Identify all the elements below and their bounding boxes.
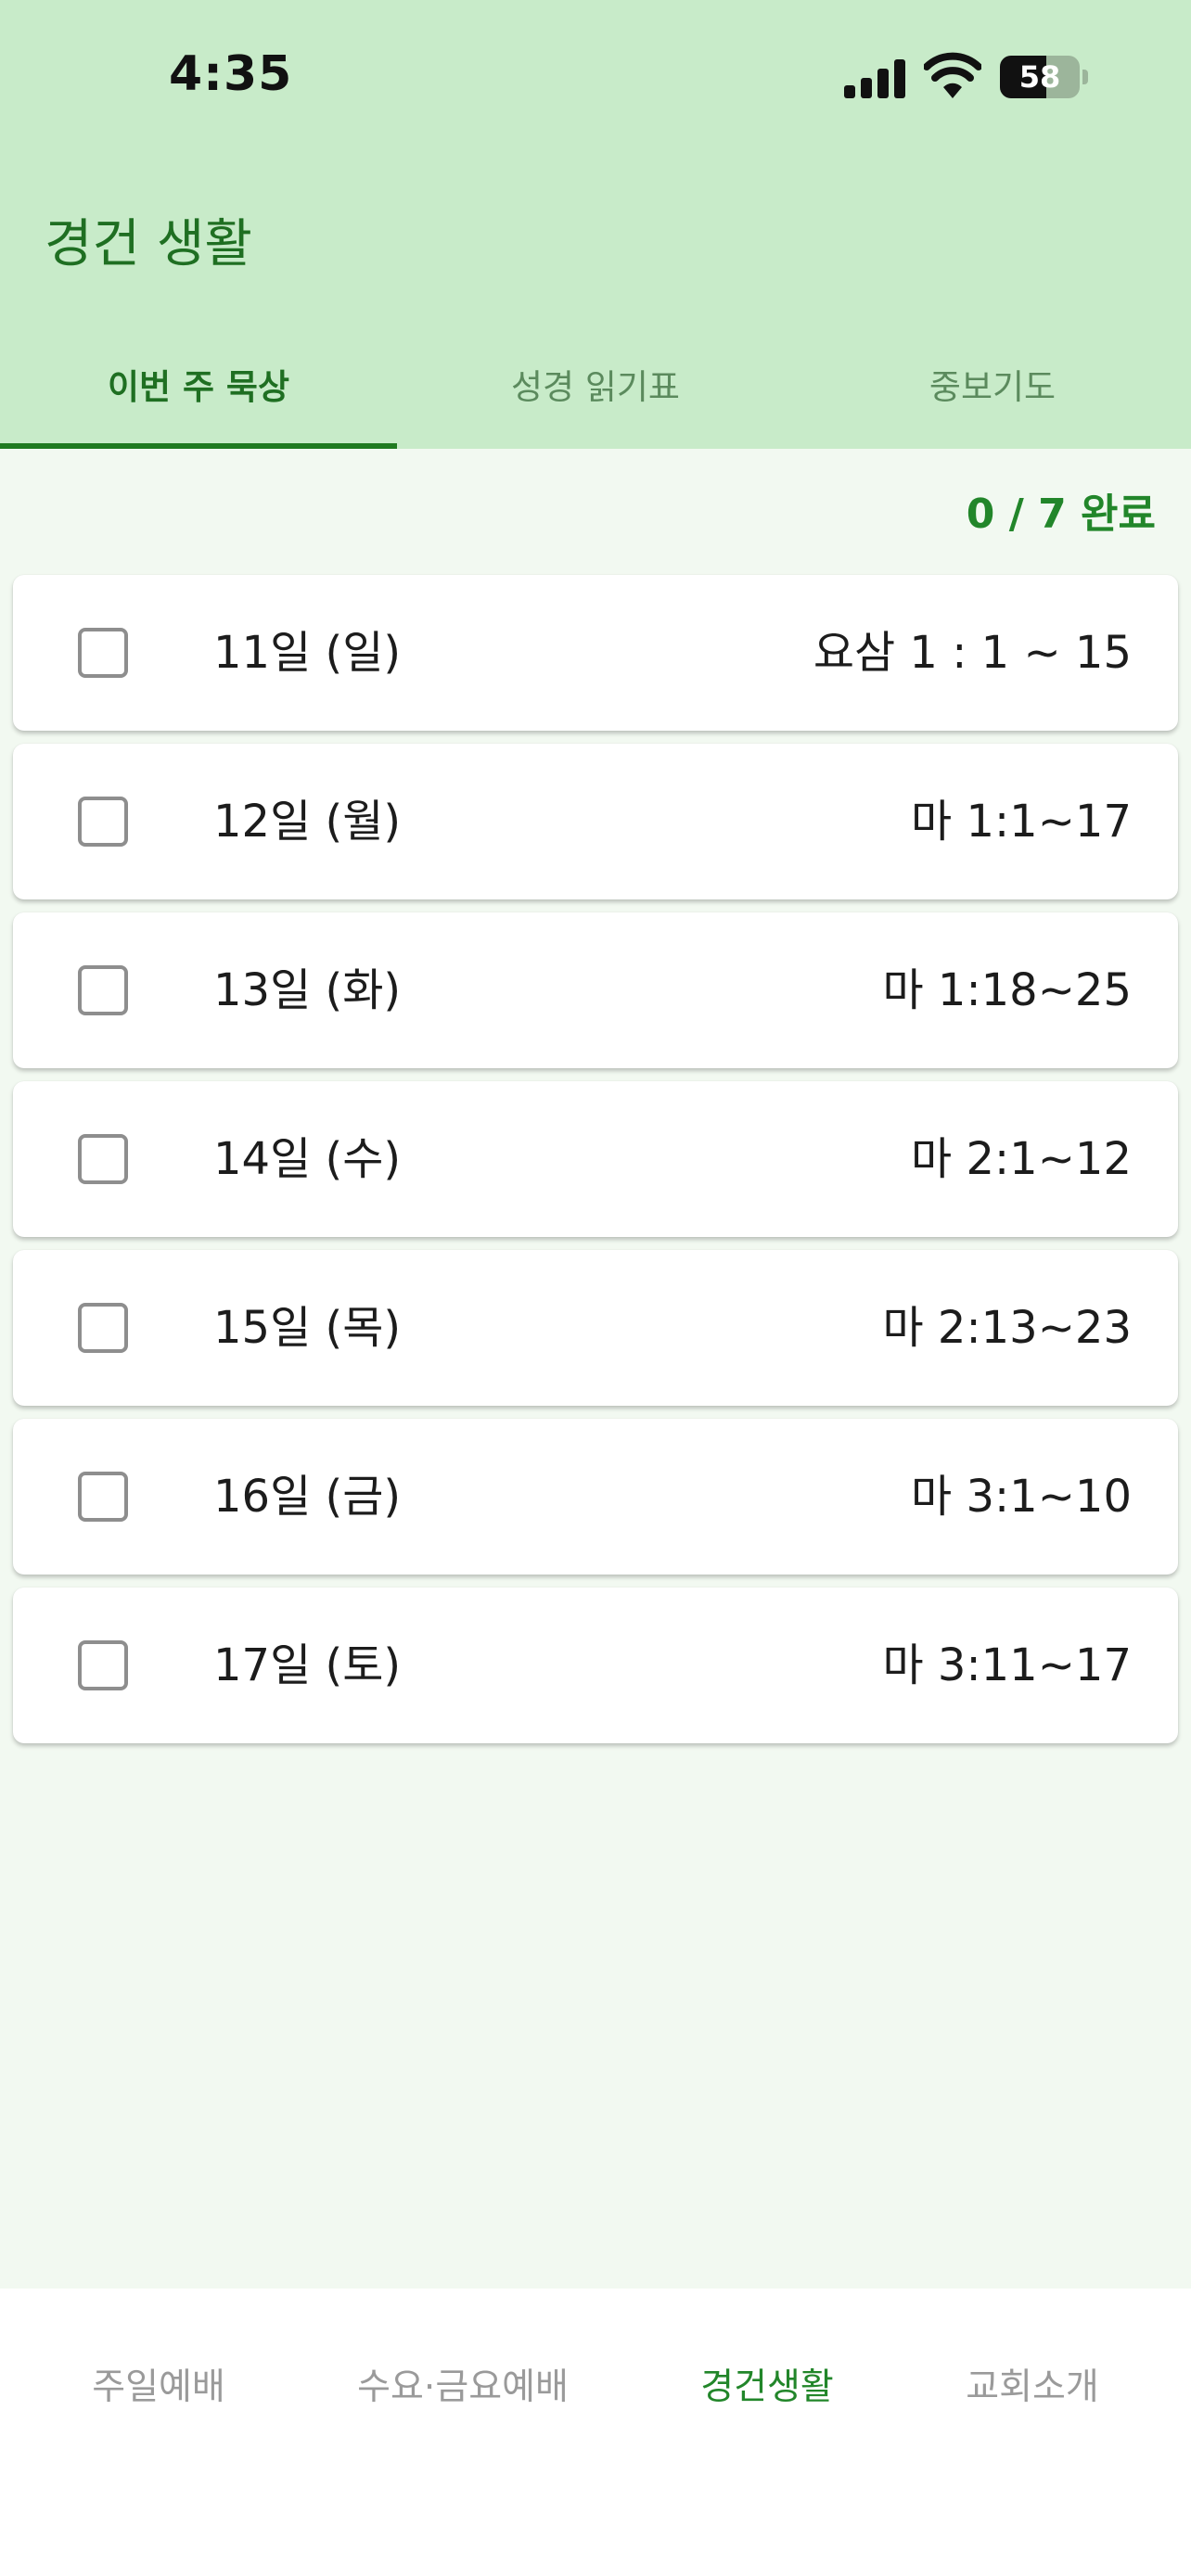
reading-checkbox[interactable] bbox=[78, 1472, 128, 1522]
page-title: 경건 생활 bbox=[45, 214, 252, 274]
bottom-navigation: 주일예배 수요·금요예배 경건생활 교회소개 bbox=[0, 2289, 1191, 2576]
app-screen: 4:35 58 경건 생활 이번 주 묵상 성경 읽기표 중보기도 0 / 7 … bbox=[0, 0, 1191, 2576]
reading-day: 11일 (일) bbox=[213, 627, 402, 679]
reading-passage: 마 1:18~25 bbox=[882, 964, 1132, 1016]
reading-passage: 마 3:1~10 bbox=[911, 1471, 1132, 1523]
nav-item-wed-fri-worship[interactable]: 수요·금요예배 bbox=[357, 2358, 569, 2410]
reading-row[interactable]: 11일 (일) 요삼 1 : 1 ~ 15 bbox=[13, 575, 1178, 731]
status-time: 4:35 bbox=[169, 46, 293, 102]
nav-item-devotional-life[interactable]: 경건생활 bbox=[700, 2358, 834, 2410]
reading-list: 11일 (일) 요삼 1 : 1 ~ 15 12일 (월) 마 1:1~17 1… bbox=[13, 575, 1178, 1756]
reading-day: 13일 (화) bbox=[213, 964, 402, 1016]
status-bar: 4:35 58 bbox=[0, 0, 1191, 158]
reading-passage: 마 2:13~23 bbox=[882, 1302, 1132, 1354]
reading-checkbox[interactable] bbox=[78, 628, 128, 678]
reading-row[interactable]: 16일 (금) 마 3:1~10 bbox=[13, 1419, 1178, 1575]
reading-row[interactable]: 14일 (수) 마 2:1~12 bbox=[13, 1081, 1178, 1237]
reading-row[interactable]: 15일 (목) 마 2:13~23 bbox=[13, 1250, 1178, 1406]
reading-row[interactable]: 12일 (월) 마 1:1~17 bbox=[13, 744, 1178, 899]
reading-checkbox[interactable] bbox=[78, 965, 128, 1015]
reading-checkbox[interactable] bbox=[78, 797, 128, 847]
reading-passage: 마 2:1~12 bbox=[911, 1133, 1132, 1185]
battery-level: 58 bbox=[1018, 59, 1061, 95]
reading-row[interactable]: 13일 (화) 마 1:18~25 bbox=[13, 912, 1178, 1068]
reading-day: 17일 (토) bbox=[213, 1639, 402, 1691]
nav-item-sunday-worship[interactable]: 주일예배 bbox=[92, 2358, 225, 2410]
reading-passage: 마 1:1~17 bbox=[911, 796, 1132, 848]
tab-this-week-meditation[interactable]: 이번 주 묵상 bbox=[0, 336, 397, 449]
reading-passage: 마 3:11~17 bbox=[882, 1639, 1132, 1691]
reading-passage: 요삼 1 : 1 ~ 15 bbox=[813, 627, 1132, 679]
reading-checkbox[interactable] bbox=[78, 1303, 128, 1353]
nav-item-church-intro[interactable]: 교회소개 bbox=[966, 2358, 1099, 2410]
wifi-icon bbox=[924, 52, 981, 98]
app-header: 4:35 58 경건 생활 이번 주 묵상 성경 읽기표 중보기도 bbox=[0, 0, 1191, 449]
reading-checkbox[interactable] bbox=[78, 1134, 128, 1184]
cellular-signal-icon bbox=[844, 59, 907, 98]
tab-intercessory-prayer[interactable]: 중보기도 bbox=[794, 336, 1191, 449]
battery-icon: 58 bbox=[1000, 56, 1089, 98]
reading-day: 12일 (월) bbox=[213, 796, 402, 848]
completion-counter: 0 / 7 완료 bbox=[966, 491, 1156, 538]
reading-day: 16일 (금) bbox=[213, 1471, 402, 1523]
tab-bible-reading-plan[interactable]: 성경 읽기표 bbox=[397, 336, 794, 449]
reading-day: 15일 (목) bbox=[213, 1302, 402, 1354]
reading-day: 14일 (수) bbox=[213, 1133, 402, 1185]
tab-bar: 이번 주 묵상 성경 읽기표 중보기도 bbox=[0, 336, 1191, 449]
reading-row[interactable]: 17일 (토) 마 3:11~17 bbox=[13, 1588, 1178, 1743]
reading-checkbox[interactable] bbox=[78, 1640, 128, 1690]
